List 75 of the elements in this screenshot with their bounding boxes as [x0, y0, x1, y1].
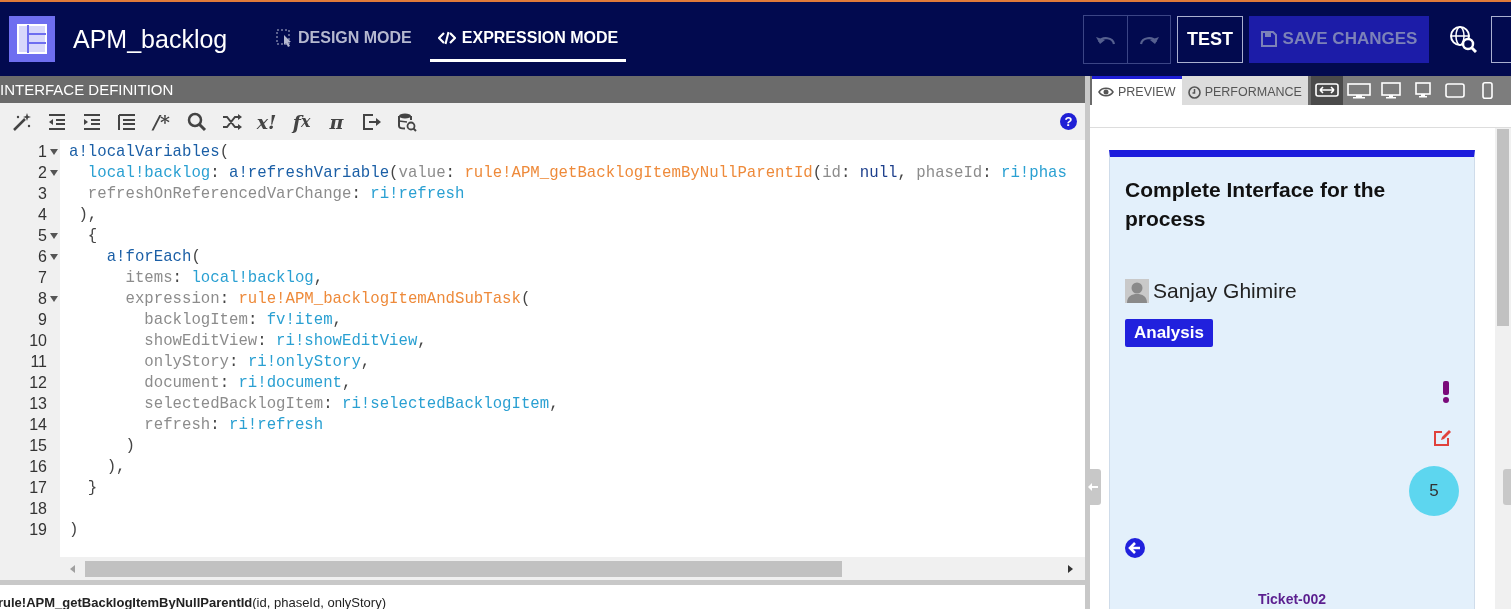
code-line: onlyStory: ri!onlyStory,	[143, 352, 371, 371]
ticket-id[interactable]: Ticket-002	[1257, 591, 1327, 607]
line-number: 15	[28, 436, 47, 455]
fold-caret-icon[interactable]	[50, 148, 58, 155]
fold-caret-icon[interactable]	[50, 169, 58, 176]
code-line: )	[69, 520, 79, 539]
code-line: a!localVariables(	[69, 142, 230, 161]
line-number: 17	[28, 478, 47, 497]
line-number: 4	[37, 205, 47, 224]
line-number: 1	[37, 142, 47, 161]
code-line: document: ri!document,	[143, 373, 352, 392]
code-line: refresh: ri!refresh	[143, 415, 324, 434]
code-line: ),	[77, 205, 98, 224]
clock-icon	[1187, 85, 1201, 99]
fit-width-icon[interactable]	[1310, 76, 1343, 105]
toolbar-button[interactable]: x!	[249, 108, 284, 135]
code-line: }	[86, 478, 98, 497]
toolbar-button[interactable]: π	[319, 108, 354, 135]
interface-title: APM_backlog	[73, 24, 229, 54]
preview-tab[interactable]: PERFORMANCE	[1181, 76, 1308, 105]
scrollbar-thumb[interactable]	[85, 560, 842, 577]
fold-caret-icon[interactable]	[50, 253, 58, 260]
code-line: {	[86, 226, 98, 245]
code-line: refreshOnReferencedVarChange: ri!refresh	[86, 184, 465, 203]
code-line: )	[124, 436, 135, 455]
code-line: local!backlog: a!refreshVariable(value: rule!APM_getBacklogItemByNullParentId(id: null, phaseId: ri!phas	[86, 163, 1067, 182]
fold-caret-icon[interactable]	[50, 295, 58, 302]
line-number: 13	[28, 394, 47, 413]
line-number: 10	[28, 331, 47, 350]
test-button[interactable]: TEST	[1177, 15, 1243, 63]
line-number: 3	[37, 184, 47, 203]
mode-tab[interactable]: EXPRESSION MODE	[429, 17, 627, 62]
code-line: backlogItem: fv!item,	[143, 310, 343, 329]
line-number: 11	[29, 352, 47, 371]
toolbar-button[interactable]: /*	[144, 108, 179, 135]
mode-tab[interactable]: DESIGN MODE	[268, 17, 420, 62]
exclamation-icon	[1442, 381, 1450, 403]
code-icon	[437, 30, 456, 46]
collapse-handle[interactable]	[1085, 469, 1101, 505]
code-line: ),	[105, 457, 126, 476]
line-number: 6	[37, 247, 47, 266]
line-number: 7	[37, 268, 47, 287]
code-line: showEditView: ri!showEditView,	[143, 331, 427, 350]
code-line: a!forEach(	[105, 247, 201, 266]
assignee-name: Sanjay Ghimire	[1153, 279, 1297, 303]
line-number: 12	[28, 373, 47, 392]
line-number: 18	[28, 499, 47, 518]
phase-tag: Analysis	[1125, 319, 1213, 347]
code-line: expression: rule!APM_backlogItemAndSubTask(	[124, 289, 531, 308]
line-number: 14	[28, 415, 47, 434]
code-line: items: local!backlog,	[124, 268, 324, 287]
back-arrow-icon	[1125, 538, 1145, 558]
section-title: INTERFACE DEFINITION	[0, 81, 174, 98]
card-title: Complete Interface for the process	[1125, 177, 1387, 232]
line-number: 9	[37, 310, 47, 329]
line-number: 8	[37, 289, 47, 308]
arrow-left-icon	[1088, 482, 1098, 492]
line-number: 5	[37, 226, 47, 245]
avatar-icon	[1125, 279, 1149, 303]
expand-handle[interactable]	[1503, 469, 1511, 505]
line-number: 19	[28, 520, 47, 539]
cursor-select-icon	[276, 29, 292, 47]
line-number: 2	[37, 163, 47, 182]
count-badge: 5	[1409, 466, 1459, 516]
layout-icon	[17, 24, 47, 54]
help-button[interactable]: ?	[1060, 113, 1077, 130]
preview-tab[interactable]: PREVIEW	[1092, 76, 1182, 105]
code-line: selectedBacklogItem: ri!selectedBacklogItem,	[143, 394, 559, 413]
save-icon	[1260, 31, 1277, 47]
edit-icon	[1434, 429, 1452, 446]
fold-caret-icon[interactable]	[50, 232, 58, 239]
scrollbar-thumb[interactable]	[1497, 129, 1509, 326]
eye-icon	[1098, 86, 1114, 98]
line-number: 16	[28, 457, 47, 476]
overflow-button[interactable]	[1491, 15, 1511, 63]
